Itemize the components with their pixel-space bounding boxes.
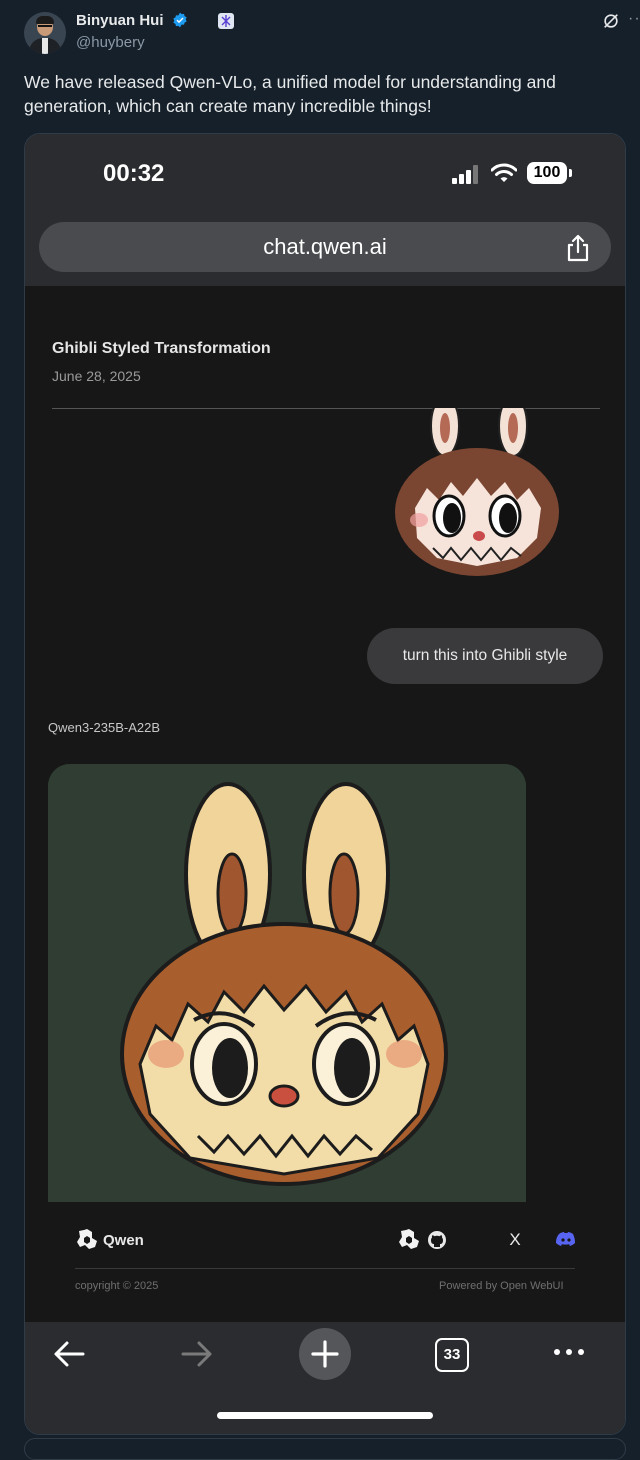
more-menu-icon[interactable] xyxy=(551,1342,587,1362)
chat-date: June 28, 2025 xyxy=(52,368,141,384)
wifi-icon xyxy=(491,163,517,182)
user-message-bubble: turn this into Ghibli style xyxy=(367,628,603,684)
tweet-media-screenshot[interactable]: 00:32 100 chat.qwen.ai Ghibli Styled Tra… xyxy=(24,133,626,1435)
copyright-text: copyright © 2025 xyxy=(75,1280,159,1292)
tab-count-button[interactable]: 33 xyxy=(435,1338,469,1372)
tweet-header: Binyuan Hui @huybery ··· xyxy=(24,10,640,56)
user-uploaded-image[interactable] xyxy=(387,408,565,580)
forward-arrow-icon[interactable] xyxy=(179,1336,215,1372)
footer-qwen-icon[interactable] xyxy=(397,1228,421,1252)
new-tab-button[interactable] xyxy=(299,1328,351,1380)
x-icon[interactable]: X xyxy=(505,1230,525,1250)
next-media-edge xyxy=(24,1438,626,1460)
model-name-label: Qwen3-235B-A22B xyxy=(48,720,161,735)
grok-icon[interactable] xyxy=(602,12,620,30)
phone-status-bar: 00:32 100 xyxy=(25,134,625,214)
browser-address-area: chat.qwen.ai xyxy=(25,214,625,286)
address-bar[interactable]: chat.qwen.ai xyxy=(39,222,611,272)
footer-divider xyxy=(75,1268,575,1269)
battery-indicator: 100 xyxy=(527,162,567,184)
plus-icon xyxy=(311,1340,339,1368)
battery-tip xyxy=(569,169,572,177)
discord-icon[interactable] xyxy=(555,1230,577,1250)
back-arrow-icon[interactable] xyxy=(51,1336,87,1372)
author-name[interactable]: Binyuan Hui xyxy=(76,12,164,29)
status-time: 00:32 xyxy=(103,160,165,187)
chat-title: Ghibli Styled Transformation xyxy=(52,340,271,357)
verified-badge-icon xyxy=(173,12,187,28)
browser-toolbar: 33 xyxy=(25,1322,625,1434)
cellular-signal-icon xyxy=(452,165,478,184)
more-options-icon[interactable]: ··· xyxy=(628,11,640,30)
address-bar-url[interactable]: chat.qwen.ai xyxy=(39,234,611,260)
home-indicator xyxy=(217,1412,433,1419)
author-handle[interactable]: @huybery xyxy=(76,34,145,51)
generated-image[interactable] xyxy=(48,764,526,1202)
tweet-text: We have released Qwen-VLo, a unified mod… xyxy=(24,72,556,116)
affiliation-badge-icon[interactable] xyxy=(218,13,234,29)
chat-page: Ghibli Styled Transformation June 28, 20… xyxy=(25,286,625,1322)
footer-brand-text: Qwen xyxy=(103,1232,144,1249)
avatar[interactable] xyxy=(24,12,66,54)
share-icon[interactable] xyxy=(565,234,591,262)
qwen-logo-icon xyxy=(77,1229,97,1249)
github-icon[interactable] xyxy=(427,1230,447,1250)
powered-by-link[interactable]: Powered by Open WebUI xyxy=(439,1280,564,1292)
